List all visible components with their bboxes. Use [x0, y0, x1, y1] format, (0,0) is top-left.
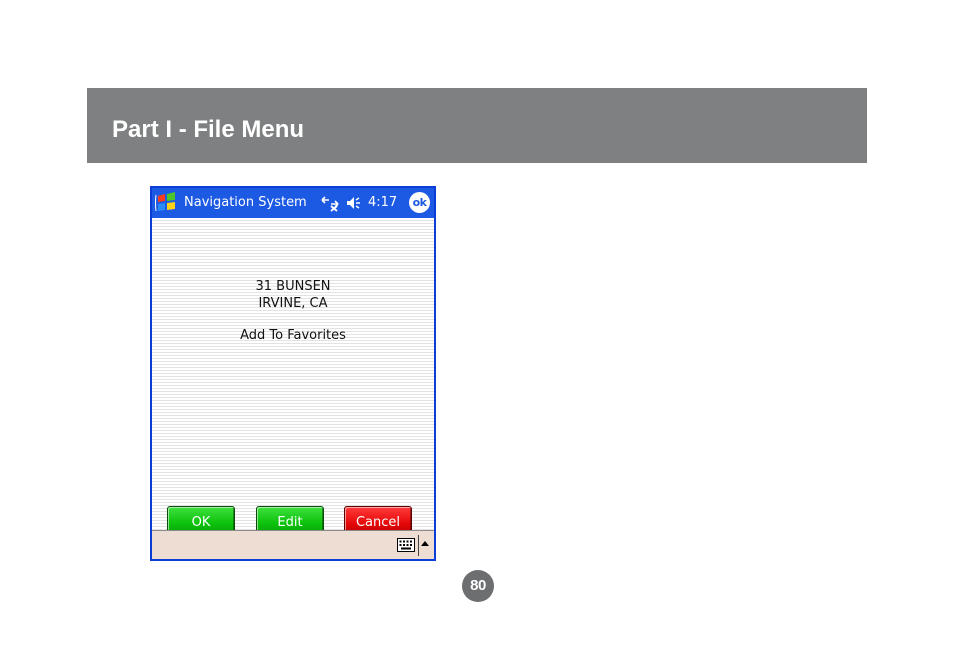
- section-title: Part I - File Menu: [112, 116, 305, 143]
- input-panel-bar: [152, 530, 434, 559]
- page-number-badge: 80: [462, 570, 494, 602]
- clock[interactable]: 4:17: [368, 195, 397, 211]
- speaker-icon[interactable]: [345, 194, 363, 212]
- title-ok-button[interactable]: ok: [409, 192, 430, 213]
- app-title: Navigation System: [184, 195, 307, 210]
- action-label: Add To Favorites: [240, 328, 346, 343]
- input-separator: [418, 535, 419, 556]
- device-screen: Navigation System 4:17 ok 31 BUNSEN IRVI…: [150, 186, 436, 561]
- address-street: 31 BUNSEN: [255, 279, 331, 294]
- address-city: IRVINE, CA: [258, 296, 328, 311]
- triangle-up-icon[interactable]: [421, 541, 429, 546]
- dialog-content: 31 BUNSEN IRVINE, CA Add To Favorites OK…: [152, 218, 434, 538]
- keyboard-icon[interactable]: [397, 538, 415, 552]
- section-header: Part I - File Menu: [87, 88, 867, 163]
- connectivity-icon[interactable]: [320, 194, 340, 212]
- windows-flag-icon: [155, 192, 175, 212]
- title-bar: Navigation System 4:17 ok: [152, 188, 434, 218]
- start-menu-button[interactable]: [152, 188, 182, 218]
